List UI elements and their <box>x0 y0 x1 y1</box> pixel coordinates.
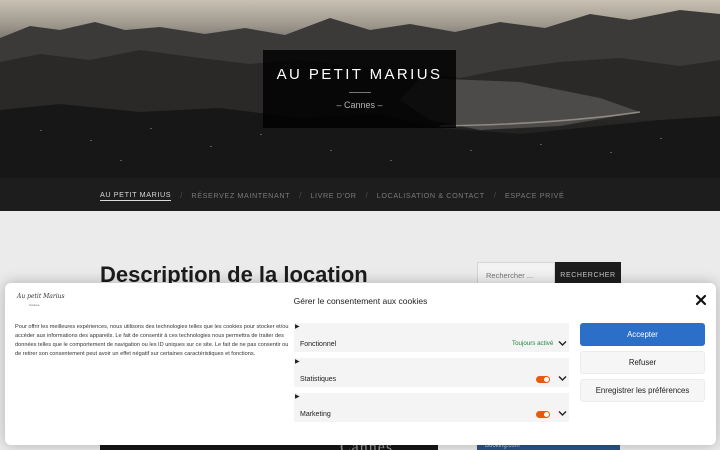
statistiques-toggle[interactable] <box>536 376 550 383</box>
category-marketing[interactable]: ▶ Marketing <box>294 393 569 422</box>
nav-menu: AU PETIT MARIUS / RÉSERVEZ MAINTENANT / … <box>100 190 564 201</box>
nav-separator: / <box>365 191 368 200</box>
nav-item: / LIVRE D'OR <box>290 190 356 201</box>
disclosure-triangle-icon: ▶ <box>295 324 300 330</box>
cookie-description: Pour offrir les meilleures expériences, … <box>15 324 289 357</box>
nav-link-espace-prive[interactable]: ESPACE PRIVÉ <box>505 191 564 200</box>
cookie-consent-banner: Au petit Marius Cannes Gérer le consente… <box>5 283 716 445</box>
nav-link-livre-dor[interactable]: LIVRE D'OR <box>310 191 356 200</box>
refuse-button[interactable]: Refuser <box>580 351 705 374</box>
chevron-down-icon[interactable] <box>558 375 567 382</box>
nav-separator: / <box>299 191 302 200</box>
save-preferences-button[interactable]: Enregistrer les préférences <box>580 379 705 402</box>
chevron-down-icon[interactable] <box>558 410 567 417</box>
chevron-down-icon[interactable] <box>558 340 567 347</box>
nav-separator: / <box>180 191 183 200</box>
category-fonctionnel[interactable]: ▶ Fonctionnel Toujours activé <box>294 323 569 352</box>
nav-item: AU PETIT MARIUS <box>100 190 172 201</box>
nav-link-localisation[interactable]: LOCALISATION & CONTACT <box>377 191 485 200</box>
close-button[interactable] <box>694 293 708 307</box>
nav-item: / RÉSERVEZ MAINTENANT <box>171 190 290 201</box>
close-icon <box>695 294 707 306</box>
category-name: Marketing <box>300 411 331 418</box>
nav-separator: / <box>493 191 496 200</box>
accept-button[interactable]: Accepter <box>580 323 705 346</box>
disclosure-triangle-icon: ▶ <box>295 394 300 400</box>
site-title[interactable]: AU PETIT MARIUS <box>263 66 456 83</box>
nav-item: / ESPACE PRIVÉ <box>485 190 565 201</box>
cookie-banner-title: Gérer le consentement aux cookies <box>293 296 428 306</box>
site-branding: AU PETIT MARIUS – Cannes – <box>263 50 456 128</box>
marketing-toggle[interactable] <box>536 411 550 418</box>
site-header: AU PETIT MARIUS – Cannes – <box>0 0 720 178</box>
main-navigation: AU PETIT MARIUS / RÉSERVEZ MAINTENANT / … <box>0 178 720 211</box>
always-active-label: Toujours activé <box>512 340 554 347</box>
nav-link-reservez[interactable]: RÉSERVEZ MAINTENANT <box>191 191 290 200</box>
site-description: – Cannes – <box>336 100 383 110</box>
category-name: Fonctionnel <box>300 341 337 348</box>
nav-item: / LOCALISATION & CONTACT <box>357 190 485 201</box>
title-divider <box>348 92 371 93</box>
category-name: Statistiques <box>300 376 337 383</box>
nav-link-au-petit-marius[interactable]: AU PETIT MARIUS <box>100 190 172 201</box>
category-statistiques[interactable]: ▶ Statistiques <box>294 358 569 387</box>
disclosure-triangle-icon: ▶ <box>295 359 300 365</box>
